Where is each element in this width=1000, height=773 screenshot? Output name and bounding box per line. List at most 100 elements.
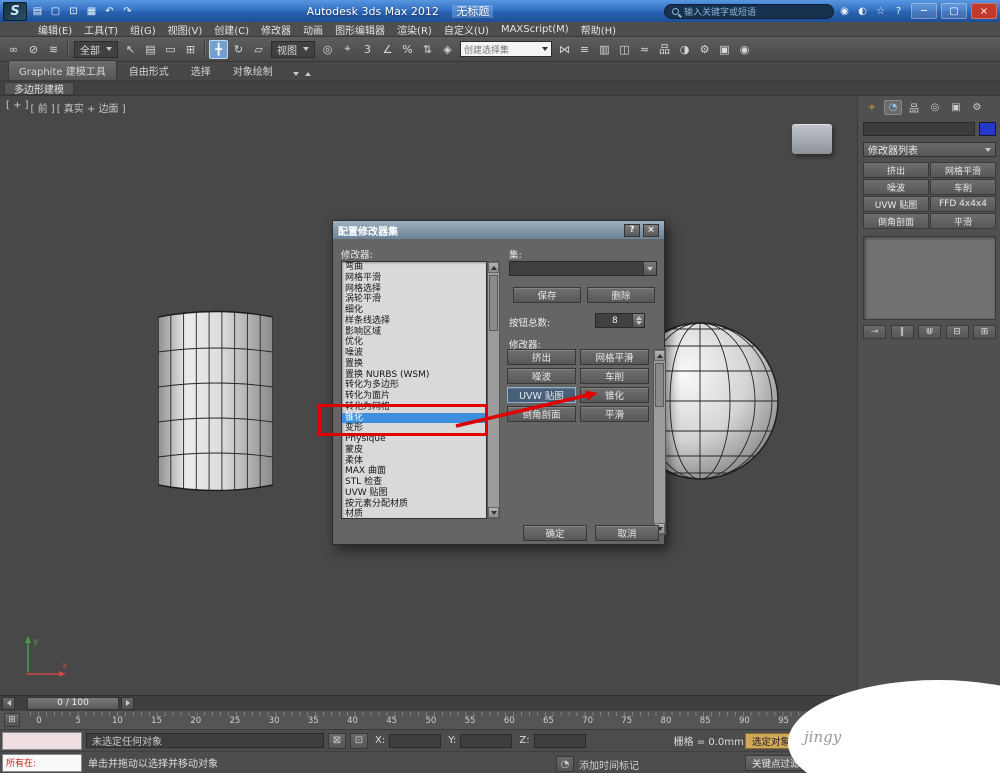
selection-filter-dropdown[interactable]: 全部 (74, 40, 118, 58)
modifier-slot-button[interactable]: 挤出 (507, 349, 576, 365)
modifier-button[interactable]: 挤出 (863, 162, 929, 178)
modifier-button[interactable]: 网格平滑 (930, 162, 996, 178)
dialog-help-button[interactable]: ? (624, 223, 640, 237)
selection-region-icon[interactable]: ▭ (161, 40, 180, 59)
menu-item[interactable]: 动画 (297, 21, 329, 38)
menu-item[interactable]: 创建(C) (208, 21, 255, 38)
reference-coordinate-dropdown[interactable]: 视图 (271, 40, 315, 58)
new-scene-icon[interactable]: ▢ (47, 3, 64, 20)
make-unique-icon[interactable]: ⋓ (918, 325, 941, 339)
pin-stack-icon[interactable]: ⊸ (863, 325, 886, 339)
select-and-manipulate-icon[interactable]: ⌖ (338, 40, 357, 59)
modifier-list-item[interactable]: 影响区域 (342, 327, 486, 338)
app-logo-icon[interactable]: S (3, 1, 27, 21)
mini-curve-editor-icon[interactable]: ⊞ (4, 713, 20, 727)
search-box[interactable]: 输入关键字或短语 (664, 3, 834, 19)
modifier-list-item[interactable]: MAX 曲面 (342, 466, 486, 477)
modifier-button[interactable]: FFD 4x4x4 (930, 196, 996, 212)
open-file-icon[interactable]: ⊡ (65, 3, 82, 20)
ribbon-toggle-icon[interactable]: ◫ (615, 40, 634, 59)
modifier-list-item[interactable]: 优化 (342, 337, 486, 348)
modifier-slot-button[interactable]: 网格平滑 (580, 349, 649, 365)
spinner-down-icon[interactable] (635, 321, 642, 325)
unlink-selection-icon[interactable]: ⊘ (24, 40, 43, 59)
curve-editor-icon[interactable]: ≈ (635, 40, 654, 59)
favorites-icon[interactable]: ☆ (872, 3, 889, 20)
spinner-up-icon[interactable] (635, 316, 642, 320)
modifier-list-item[interactable]: 柔体 (342, 456, 486, 467)
viewport-menu-pov[interactable]: [ 前 ] (31, 100, 55, 115)
named-selection-combo[interactable]: 创建选择集 (460, 41, 552, 57)
help-icon[interactable]: ? (890, 3, 907, 20)
ok-button[interactable]: 确定 (523, 525, 587, 541)
align-icon[interactable]: ≡ (575, 40, 594, 59)
tab-modify-icon[interactable]: ◔ (884, 100, 902, 115)
menu-item[interactable]: 图形编辑器 (329, 21, 391, 38)
dialog-close-button[interactable]: × (643, 223, 659, 237)
modifier-list-item[interactable]: 网格平滑 (342, 273, 486, 284)
cancel-button[interactable]: 取消 (595, 525, 659, 541)
modifier-button[interactable]: 倒角剖面 (863, 213, 929, 229)
maxscript-mini-listener[interactable]: 所有在: (2, 753, 82, 772)
use-pivot-center-icon[interactable]: ◎ (318, 40, 337, 59)
scrollbar-thumb[interactable] (655, 363, 664, 407)
modifier-list-item[interactable]: 细化 (342, 305, 486, 316)
configure-modifier-sets-icon[interactable]: ⊞ (973, 325, 996, 339)
select-and-scale-icon[interactable]: ▱ (249, 40, 268, 59)
object-color-swatch[interactable] (979, 122, 996, 136)
menu-item[interactable]: 修改器 (255, 21, 297, 38)
render-setup-icon[interactable]: ⚙ (695, 40, 714, 59)
next-frame-icon[interactable] (121, 696, 134, 710)
maximize-button[interactable]: ▢ (941, 3, 967, 19)
tab-create-icon[interactable]: + (863, 100, 881, 115)
total-buttons-spinner[interactable]: 8 (595, 313, 645, 328)
modifier-button[interactable]: 车削 (930, 179, 996, 195)
remove-modifier-icon[interactable]: ⊟ (945, 325, 969, 339)
scroll-up-icon[interactable] (490, 265, 497, 270)
sign-in-icon[interactable]: ◉ (836, 3, 853, 20)
material-editor-icon[interactable]: ◑ (675, 40, 694, 59)
modifier-list-item[interactable]: 噪波 (342, 348, 486, 359)
tab-utilities-icon[interactable]: ⚙ (968, 100, 986, 115)
modifier-list-item[interactable]: 材质 (342, 509, 486, 518)
ribbon-tab[interactable]: 对象绘制 (223, 61, 283, 80)
percent-snap-icon[interactable]: % (398, 40, 417, 59)
minimize-button[interactable]: ─ (911, 3, 937, 19)
modifier-list-item[interactable]: 置换 (342, 359, 486, 370)
tab-polygon-modeling[interactable]: 多边形建模 (4, 81, 74, 96)
rendered-frame-icon[interactable]: ▣ (715, 40, 734, 59)
modifier-list-dropdown[interactable]: 修改器列表 (863, 142, 996, 157)
modifier-list-item[interactable]: STL 检查 (342, 477, 486, 488)
grid-scrollbar[interactable] (653, 349, 666, 535)
viewcube[interactable] (792, 124, 832, 154)
modifier-list-item[interactable]: 涡轮平滑 (342, 294, 486, 305)
save-button[interactable]: 保存 (513, 287, 581, 303)
scrollbar-thumb[interactable] (489, 275, 498, 331)
scroll-down-icon[interactable] (490, 510, 497, 515)
sets-dropdown[interactable] (509, 261, 657, 276)
select-and-link-icon[interactable]: ∞ (4, 40, 23, 59)
modifier-list-item[interactable]: 弯曲 (342, 262, 486, 273)
z-coordinate-field[interactable] (533, 733, 586, 748)
object-name-field[interactable] (863, 122, 975, 136)
menu-item[interactable]: 工具(T) (78, 21, 124, 38)
modifier-button[interactable]: 平滑 (930, 213, 996, 229)
modifier-list-item[interactable]: 网格选择 (342, 284, 486, 295)
mirror-icon[interactable]: ⋈ (555, 40, 574, 59)
modifier-button[interactable]: 噪波 (863, 179, 929, 195)
layer-manager-icon[interactable]: ▥ (595, 40, 614, 59)
select-and-rotate-icon[interactable]: ↻ (229, 40, 248, 59)
render-production-icon[interactable]: ◉ (735, 40, 754, 59)
select-and-move-icon[interactable]: ╋ (209, 39, 228, 59)
schematic-view-icon[interactable]: 品 (655, 40, 674, 59)
community-icon[interactable]: ◐ (854, 3, 871, 20)
dialog-title-bar[interactable]: 配置修改器集 ? × (333, 221, 664, 239)
add-time-tag[interactable]: ◔ 添加时间标记 (556, 756, 639, 772)
time-slider-handle[interactable]: 0 / 100 (27, 696, 119, 710)
menu-item[interactable]: 组(G) (124, 21, 162, 38)
snap-toggle-3d-icon[interactable]: 3 (358, 40, 377, 59)
tab-motion-icon[interactable]: ◎ (926, 100, 944, 115)
save-file-icon[interactable]: ▦ (83, 3, 100, 20)
modifier-list-item[interactable]: 样条线选择 (342, 316, 486, 327)
modifier-stack[interactable] (863, 236, 996, 320)
